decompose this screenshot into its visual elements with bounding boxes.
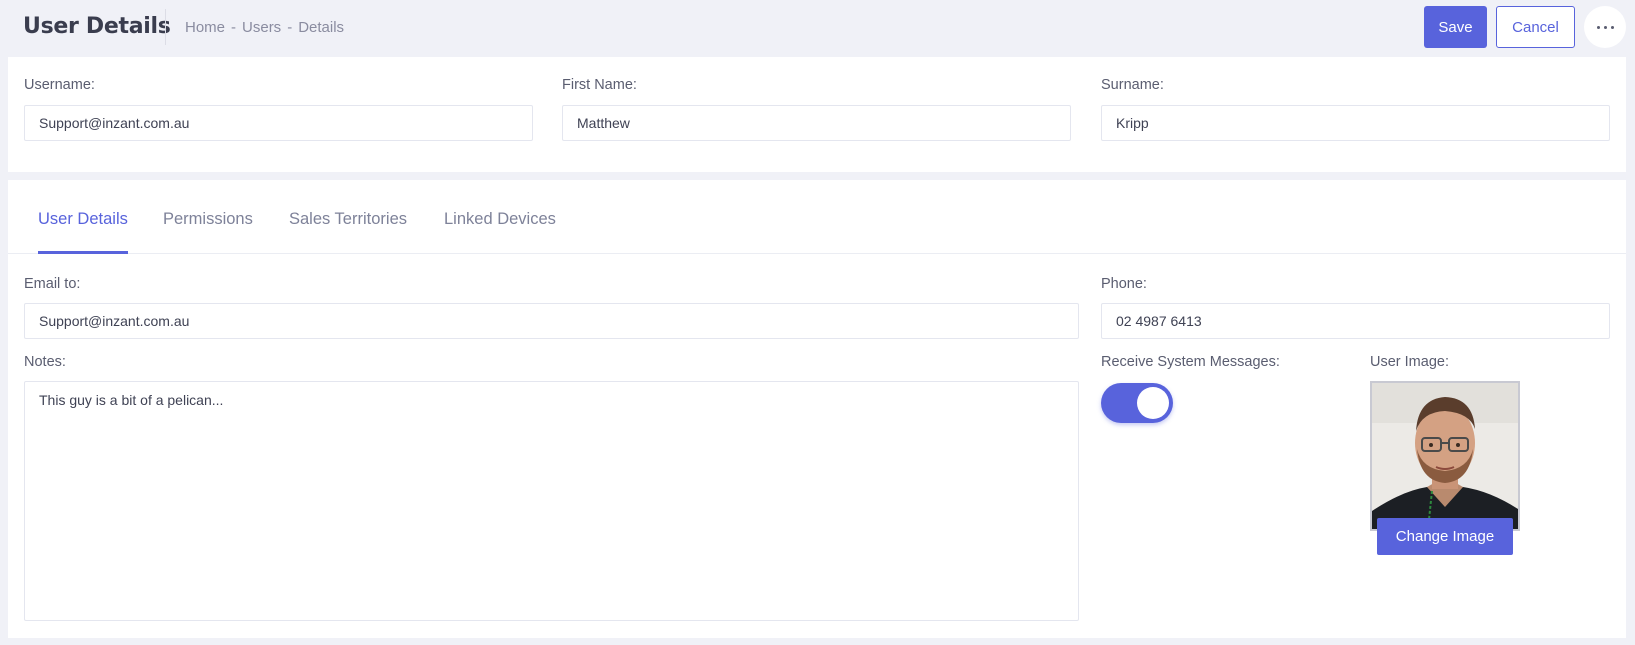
username-label: Username: (24, 77, 95, 93)
breadcrumb-separator: - (287, 19, 293, 36)
breadcrumb-users[interactable]: Users (242, 19, 281, 36)
firstname-label: First Name: (562, 77, 637, 93)
breadcrumb: Home - Users - Details (185, 19, 344, 36)
breadcrumb-details: Details (298, 19, 345, 36)
user-details-card: User Details Permissions Sales Territori… (8, 180, 1626, 638)
firstname-field[interactable]: Matthew (562, 105, 1071, 141)
more-horizontal-icon (1610, 25, 1614, 29)
page-title: User Details (23, 14, 171, 39)
receive-messages-toggle[interactable] (1101, 383, 1173, 423)
user-photo-icon (1372, 383, 1518, 529)
more-horizontal-icon (1603, 25, 1607, 29)
breadcrumb-home[interactable]: Home (185, 19, 225, 36)
change-image-button[interactable]: Change Image (1377, 518, 1513, 555)
phone-field[interactable]: 02 4987 6413 (1101, 303, 1610, 339)
more-horizontal-icon (1596, 25, 1600, 29)
surname-label: Surname: (1101, 77, 1164, 93)
title-divider (165, 9, 166, 45)
tab-permissions[interactable]: Permissions (163, 210, 253, 229)
page-header: User Details Home - Users - Details Save… (0, 0, 1635, 56)
toggle-knob (1137, 387, 1169, 419)
surname-field[interactable]: Kripp (1101, 105, 1610, 141)
user-image-label: User Image: (1370, 354, 1449, 370)
tab-bar: User Details Permissions Sales Territori… (8, 180, 1626, 254)
username-field[interactable]: Support@inzant.com.au (24, 105, 533, 141)
receive-messages-label: Receive System Messages: (1101, 354, 1280, 370)
email-label: Email to: (24, 276, 81, 292)
user-avatar-image (1370, 381, 1520, 531)
active-tab-indicator (38, 251, 128, 254)
tab-linked-devices[interactable]: Linked Devices (444, 210, 556, 229)
notes-textarea[interactable]: This guy is a bit of a pelican... (24, 381, 1079, 621)
save-button[interactable]: Save (1424, 6, 1487, 48)
breadcrumb-separator: - (231, 19, 237, 36)
user-name-card: Username: Support@inzant.com.au First Na… (8, 57, 1626, 172)
tab-sales-territories[interactable]: Sales Territories (289, 210, 407, 229)
phone-label: Phone: (1101, 276, 1147, 292)
notes-label: Notes: (24, 354, 66, 370)
more-options-button[interactable] (1584, 6, 1626, 48)
email-field[interactable]: Support@inzant.com.au (24, 303, 1079, 339)
cancel-button[interactable]: Cancel (1496, 6, 1575, 48)
tab-user-details[interactable]: User Details (38, 210, 128, 229)
